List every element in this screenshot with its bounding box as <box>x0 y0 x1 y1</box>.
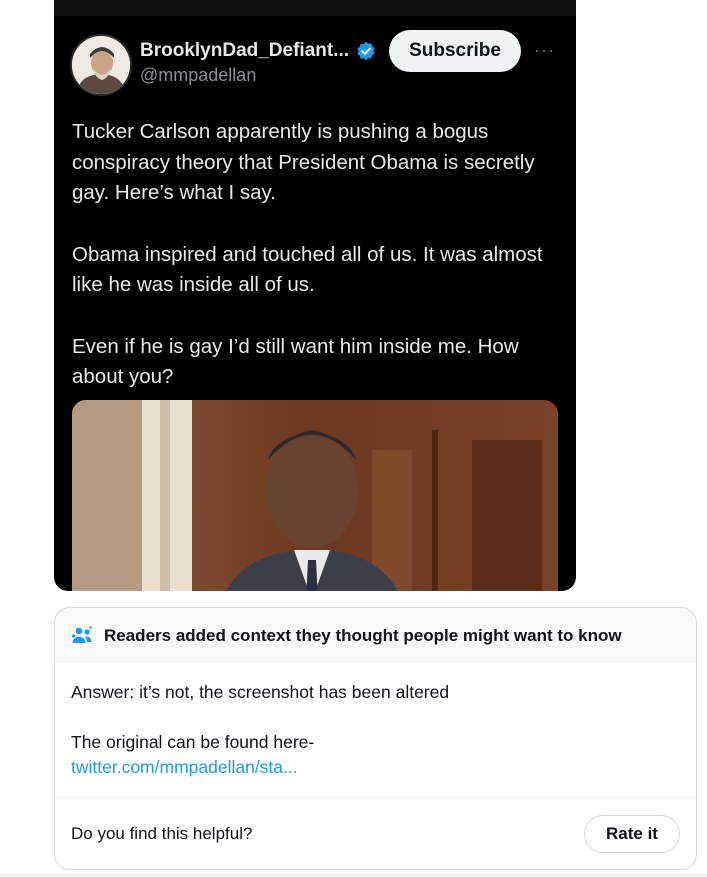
subscribe-button: Subscribe <box>389 30 521 72</box>
note-title: Readers added context they thought peopl… <box>104 625 622 645</box>
tweet-screenshot-image: BrooklynDad_Defiant... @mmpadellan Subsc… <box>54 0 576 591</box>
community-note-card: Readers added context they thought peopl… <box>54 607 697 870</box>
note-answer: Answer: it’s not, the screenshot has bee… <box>71 682 450 702</box>
tweet-paragraph: Even if he is gay I’d still want him ins… <box>72 334 519 389</box>
tweet-paragraph: Tucker Carlson apparently is pushing a b… <box>72 120 535 204</box>
rate-it-button[interactable]: Rate it <box>584 815 680 853</box>
note-original-intro: The original can be found here- <box>71 732 315 752</box>
people-icon <box>71 625 92 643</box>
tweet-text: Tucker Carlson apparently is pushing a b… <box>72 117 562 424</box>
more-options-icon: ··· <box>534 40 555 60</box>
verified-badge-icon <box>357 41 375 61</box>
display-name: BrooklynDad_Defiant... <box>140 40 350 61</box>
note-footer: Do you find this helpful? Rate it <box>55 797 696 869</box>
note-source-link[interactable]: twitter.com/mmpadellan/sta... <box>71 755 680 780</box>
note-body: Answer: it’s not, the screenshot has bee… <box>55 663 696 798</box>
tweet-paragraph: Obama inspired and touched all of us. It… <box>72 242 543 297</box>
tweet-photo <box>72 400 558 591</box>
page: BrooklynDad_Defiant... @mmpadellan Subsc… <box>0 0 707 877</box>
helpful-question: Do you find this helpful? <box>71 824 253 843</box>
avatar <box>70 34 132 96</box>
screenshot-top-bar <box>54 0 576 16</box>
user-handle: @mmpadellan <box>140 65 257 85</box>
note-header: Readers added context they thought peopl… <box>55 608 696 663</box>
divider <box>0 874 707 876</box>
